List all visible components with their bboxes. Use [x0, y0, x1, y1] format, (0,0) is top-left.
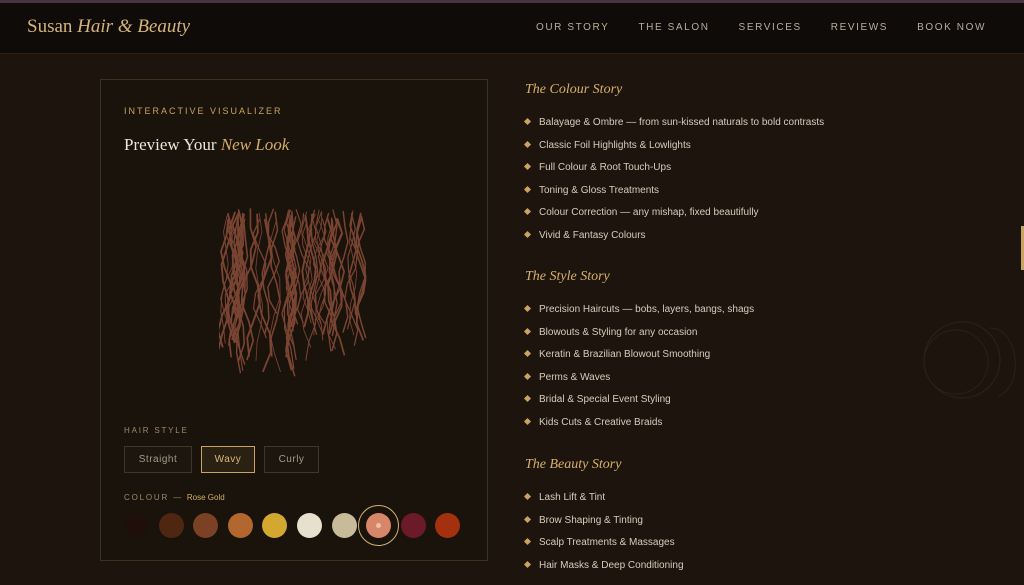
style-curly-button[interactable]: Curly — [264, 446, 319, 473]
diamond-bullet-icon — [523, 185, 532, 193]
service-list-item: Toning & Gloss Treatments — [523, 184, 660, 196]
service-item-text: Lash Lift & Tint — [539, 492, 606, 503]
diamond-bullet-icon — [523, 394, 532, 403]
service-list-item: Keratin & Brazilian Blowout Smoothing — [523, 349, 711, 360]
colour-swatch-platinum[interactable] — [297, 513, 322, 538]
visualizer-panel: INTERACTIVE VISUALIZER Preview Your New … — [100, 79, 488, 561]
service-list-item: Scalp Treatments & Massages — [523, 537, 675, 548]
hair-preview-image — [219, 208, 367, 377]
service-item-text: Classic Foil Highlights & Lowlights — [539, 139, 691, 151]
service-list-item: Precision Haircuts — bobs, layers, bangs… — [523, 304, 755, 315]
service-item-text: Perms & Waves — [539, 371, 611, 383]
brand-logo[interactable]: Susan Hair & Beauty — [27, 16, 190, 38]
diamond-bullet-icon — [523, 492, 532, 501]
nav-reviews[interactable]: REVIEWS — [831, 22, 888, 33]
diamond-bullet-icon — [523, 515, 532, 523]
diamond-bullet-icon — [523, 162, 532, 171]
visualizer-title: Preview Your New Look — [124, 135, 289, 155]
diamond-bullet-icon — [523, 207, 532, 216]
diamond-bullet-icon — [523, 117, 532, 126]
diamond-bullet-icon — [523, 537, 532, 546]
section-title-the-beauty-story: The Beauty Story — [525, 457, 622, 472]
service-list-item: Brow Shaping & Tinting — [523, 514, 643, 526]
brand-name: Susan — [27, 16, 73, 37]
colour-swatch-dark-brown[interactable] — [158, 513, 184, 538]
diamond-bullet-icon — [523, 372, 532, 380]
service-list-item: Classic Foil Highlights & Lowlights — [523, 139, 691, 151]
diamond-bullet-icon — [523, 304, 532, 313]
hair-style-label: HAIR STYLE — [124, 426, 189, 435]
service-list-item: Vivid & Fantasy Colours — [523, 229, 646, 241]
service-list-item: Bridal & Special Event Styling — [523, 394, 671, 405]
diamond-bullet-icon — [523, 140, 532, 148]
colour-label: COLOUR — [124, 493, 170, 502]
nav-book-now[interactable]: BOOK NOW — [917, 22, 986, 33]
service-item-text: Toning & Gloss Treatments — [539, 184, 660, 196]
service-item-text: Kids Cuts & Creative Braids — [539, 416, 663, 428]
diamond-bullet-icon — [523, 230, 532, 238]
service-item-text: Blowouts & Styling for any occasion — [539, 326, 698, 338]
colour-swatch-burgundy[interactable] — [400, 513, 426, 538]
service-list-item: Kids Cuts & Creative Braids — [523, 416, 663, 428]
nav-our-story[interactable]: OUR STORY — [536, 22, 610, 33]
service-item-text: Vivid & Fantasy Colours — [539, 229, 646, 241]
diamond-bullet-icon — [523, 417, 532, 425]
style-wavy-button[interactable]: Wavy — [201, 446, 255, 473]
service-list-item: Blowouts & Styling for any occasion — [523, 326, 698, 338]
service-list-item: Balayage & Ombre — from sun-kissed natur… — [523, 117, 825, 128]
service-item-text: Full Colour & Root Touch-Ups — [539, 162, 672, 173]
service-item-text: Colour Correction — any mishap, fixed be… — [539, 207, 759, 218]
colour-swatch-golden-blonde[interactable] — [262, 513, 288, 538]
colour-swatch-chestnut[interactable] — [193, 513, 219, 538]
brand-name-italic: Hair & Beauty — [77, 16, 191, 37]
service-list-item: Perms & Waves — [523, 371, 611, 383]
decorative-rings — [923, 321, 1016, 399]
visualizer-title-text: Preview Your — [124, 135, 217, 154]
style-straight-button[interactable]: Straight — [124, 446, 192, 473]
colour-separator: — — [173, 493, 183, 502]
service-item-text: Hair Masks & Deep Conditioning — [539, 559, 684, 571]
service-item-text: Brow Shaping & Tinting — [539, 514, 643, 526]
visualizer-title-italic: New Look — [220, 135, 290, 154]
service-item-text: Bridal & Special Event Styling — [539, 394, 671, 405]
service-list-item: Hair Masks & Deep Conditioning — [523, 559, 684, 571]
service-item-text: Balayage & Ombre — from sun-kissed natur… — [539, 117, 825, 128]
site-header: Susan Hair & Beauty OUR STORY THE SALON … — [0, 3, 1024, 54]
colour-swatch-copper-red[interactable] — [435, 513, 461, 538]
main-nav: OUR STORY THE SALON SERVICES REVIEWS BOO… — [536, 22, 986, 33]
colour-label-row: COLOUR — Rose Gold — [124, 493, 225, 502]
colour-swatch-jet-black[interactable] — [124, 513, 149, 538]
diamond-bullet-icon — [523, 327, 532, 335]
diamond-bullet-icon — [523, 560, 532, 568]
colour-swatch-caramel[interactable] — [227, 513, 253, 538]
service-item-text: Scalp Treatments & Massages — [539, 537, 675, 548]
diamond-bullet-icon — [523, 349, 532, 358]
section-title-the-colour-story: The Colour Story — [525, 82, 623, 97]
service-list-item: Colour Correction — any mishap, fixed be… — [523, 207, 759, 218]
service-list-item: Full Colour & Root Touch-Ups — [523, 162, 672, 173]
service-item-text: Precision Haircuts — bobs, layers, bangs… — [539, 304, 755, 315]
selected-colour-name: Rose Gold — [186, 493, 225, 502]
nav-services[interactable]: SERVICES — [739, 22, 802, 33]
service-list-item: Lash Lift & Tint — [523, 492, 606, 503]
visualizer-eyebrow: INTERACTIVE VISUALIZER — [124, 106, 283, 116]
nav-the-salon[interactable]: THE SALON — [638, 22, 709, 33]
colour-swatch-ash-blonde[interactable] — [331, 513, 357, 538]
section-title-the-style-story: The Style Story — [525, 269, 610, 284]
service-item-text: Keratin & Brazilian Blowout Smoothing — [539, 349, 711, 360]
